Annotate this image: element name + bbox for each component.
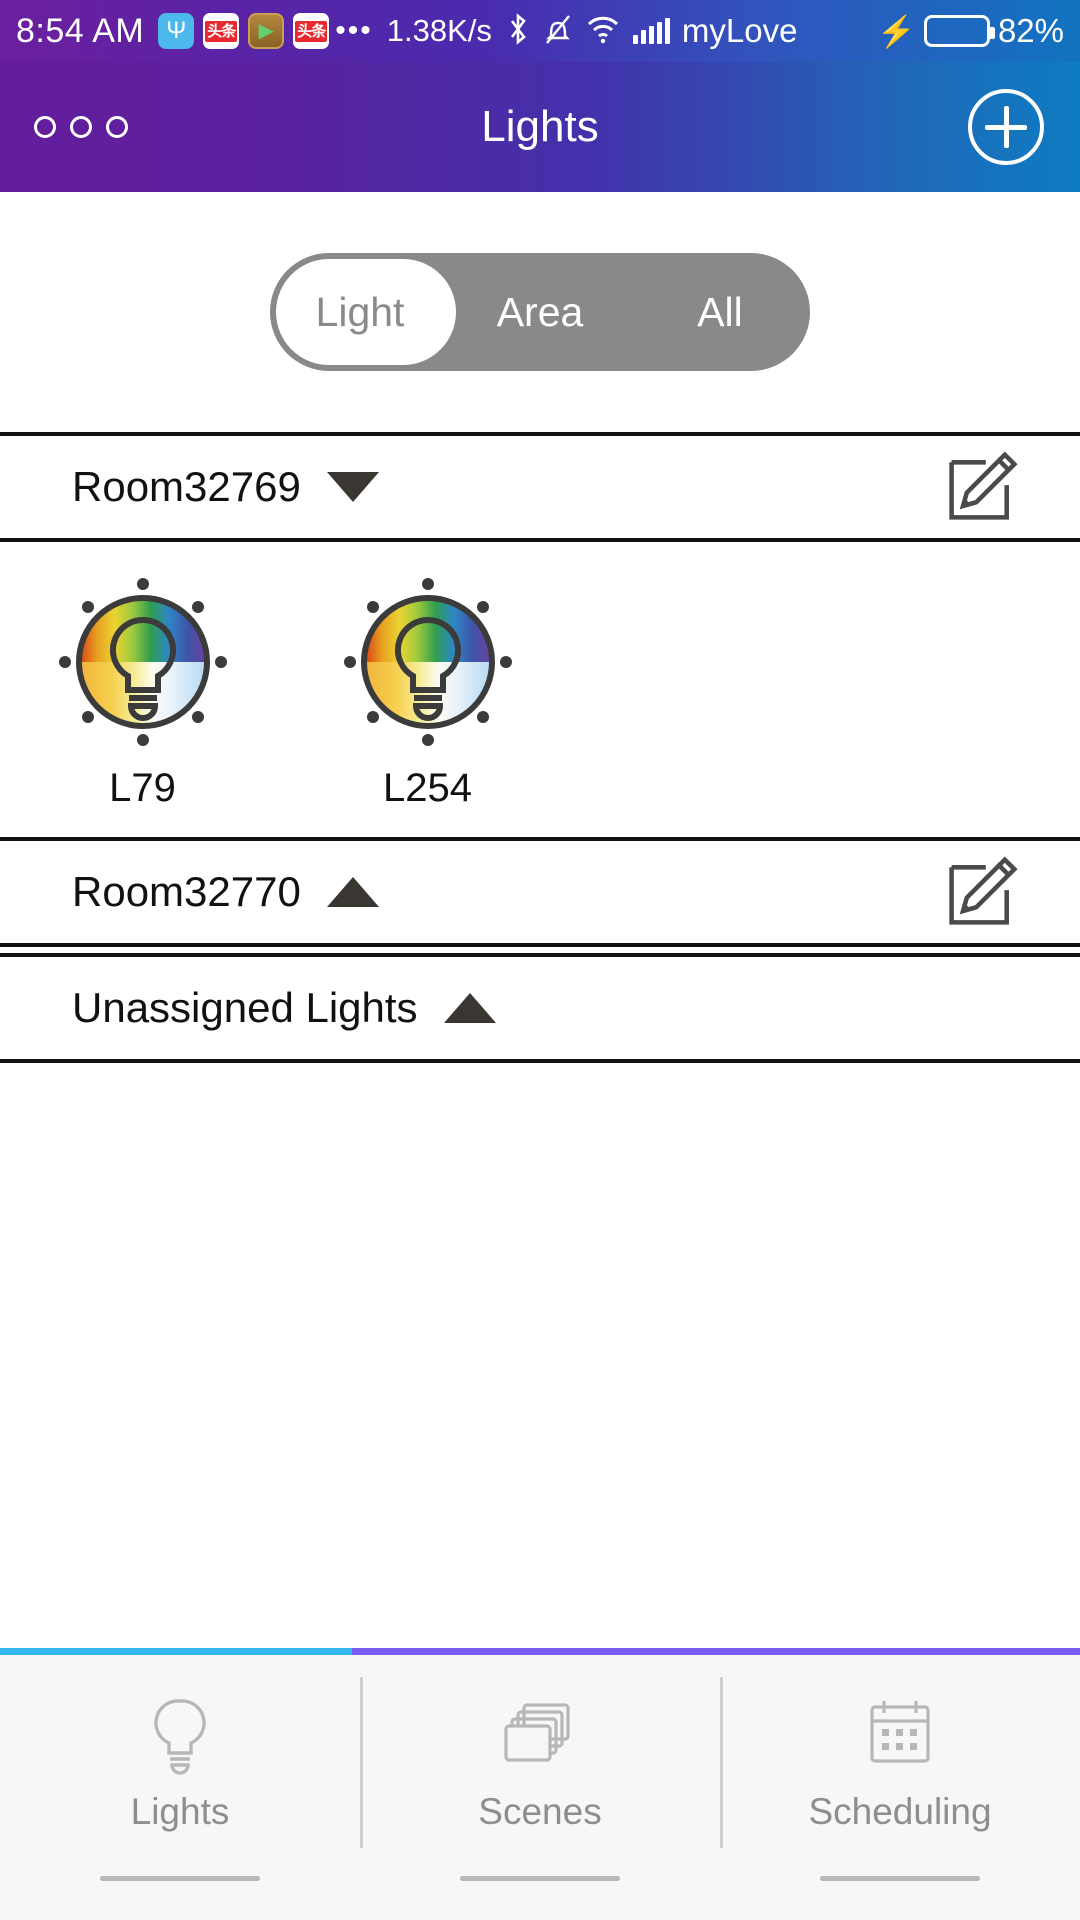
lightbulb-icon: [154, 1698, 206, 1775]
tab-label-scenes: Scenes: [478, 1790, 602, 1832]
light-color-wheel[interactable]: [53, 572, 233, 752]
tab-label-scheduling: Scheduling: [808, 1790, 992, 1832]
video-player-icon: ▶: [248, 13, 285, 49]
toutiao-news-icon-2: 头条: [293, 13, 330, 49]
toutiao-icon-2-glyph: 头条: [295, 20, 328, 42]
nav-hint-recents[interactable]: [820, 1876, 980, 1881]
edit-group-button[interactable]: [944, 854, 1020, 930]
chevron-down-icon[interactable]: [326, 472, 379, 502]
light-groups-list: Room32769 L79 L254 Room32770 Unassigned …: [0, 432, 1080, 1063]
battery-icon: [923, 15, 995, 47]
bluetooth-icon-svg: [510, 12, 526, 45]
color-wheel-bulb-icon: [58, 578, 227, 746]
group-header-unassigned-lights[interactable]: Unassigned Lights: [0, 957, 1080, 1059]
edit-pencil-icon: [949, 451, 1018, 520]
group-header-room32769[interactable]: Room32769: [0, 436, 1080, 538]
bottom-tab-bar: Lights Scenes Scheduling: [0, 1655, 1080, 1870]
chevron-up-icon[interactable]: [443, 993, 496, 1023]
status-app-icons: Ψ 头条 ▶ 头条: [158, 13, 330, 49]
tab-lights[interactable]: Lights: [0, 1655, 360, 1870]
nav-hint-back[interactable]: [100, 1876, 260, 1881]
accent-line-right: [352, 1648, 1080, 1655]
toutiao-news-icon: 头条: [203, 13, 240, 49]
light-name-label: L254: [383, 766, 472, 810]
tab-label-lights: Lights: [130, 1790, 230, 1832]
network-speed-text: 1.38K/s: [386, 13, 492, 48]
silent-bell-icon-svg: [545, 14, 570, 44]
carrier-name: myLove: [681, 12, 798, 49]
battery-percent-text: 82%: [997, 12, 1064, 49]
wifi-icon-svg: [587, 16, 618, 43]
page-title: Lights: [481, 102, 599, 151]
calendar-icon: [870, 1700, 930, 1763]
light-color-wheel[interactable]: [338, 572, 518, 752]
overflow-dots-icon: •••: [335, 14, 373, 47]
usb-icon: Ψ: [158, 13, 195, 49]
group-header-room32770[interactable]: Room32770: [0, 841, 1080, 943]
segment-area[interactable]: Area: [450, 253, 630, 371]
stacked-cards-icon: [504, 1702, 570, 1762]
status-time: 8:54 AM: [16, 11, 145, 50]
light-name-label: L79: [109, 766, 176, 810]
accent-line: [0, 1648, 1080, 1655]
edit-group-button[interactable]: [944, 449, 1020, 525]
silent-bell-icon: [543, 13, 573, 50]
group-name-label: Room32770: [72, 868, 301, 915]
light-item-l79[interactable]: L79: [0, 572, 285, 811]
divider-unassigned-bottom: [0, 1059, 1080, 1063]
light-item-l254[interactable]: L254: [285, 572, 570, 811]
edit-pencil-icon: [949, 856, 1018, 925]
status-bar: 8:54 AM Ψ 头条 ▶ 头条 ••• 1.38K/s myLove ⚡ 8…: [0, 0, 1080, 62]
video-player-icon-glyph: ▶: [258, 20, 274, 42]
chevron-up-icon[interactable]: [326, 877, 379, 907]
app-header: Lights: [0, 62, 1080, 192]
charging-bolt-icon: ⚡: [877, 13, 916, 49]
filter-toolbar: Light Area All: [0, 192, 1080, 432]
segmented-control[interactable]: Light Area All: [270, 253, 810, 371]
segment-light[interactable]: Light: [270, 253, 450, 371]
segment-all[interactable]: All: [630, 253, 810, 371]
lights-row-room32769: L79 L254: [0, 542, 1080, 837]
bluetooth-icon: [506, 12, 530, 50]
group-name-label: Unassigned Lights: [72, 984, 418, 1031]
nav-hint-home[interactable]: [460, 1876, 620, 1881]
accent-line-left: [0, 1648, 352, 1655]
status-system-icons: [506, 12, 670, 50]
tab-scheduling[interactable]: Scheduling: [720, 1655, 1080, 1870]
tab-scenes[interactable]: Scenes: [360, 1655, 720, 1870]
wifi-icon: [586, 14, 620, 49]
add-light-button[interactable]: [968, 89, 1044, 165]
group-name-label: Room32769: [72, 463, 301, 510]
toutiao-icon-glyph: 头条: [205, 20, 238, 42]
color-wheel-bulb-icon: [343, 578, 512, 746]
divider-room32770-bottom: [0, 943, 1080, 947]
battery-area: ⚡ 82%: [877, 12, 1064, 50]
usb-icon-glyph: Ψ: [166, 17, 187, 44]
system-navigation-bar: [0, 1870, 1080, 1920]
signal-bars-icon: [632, 18, 670, 44]
